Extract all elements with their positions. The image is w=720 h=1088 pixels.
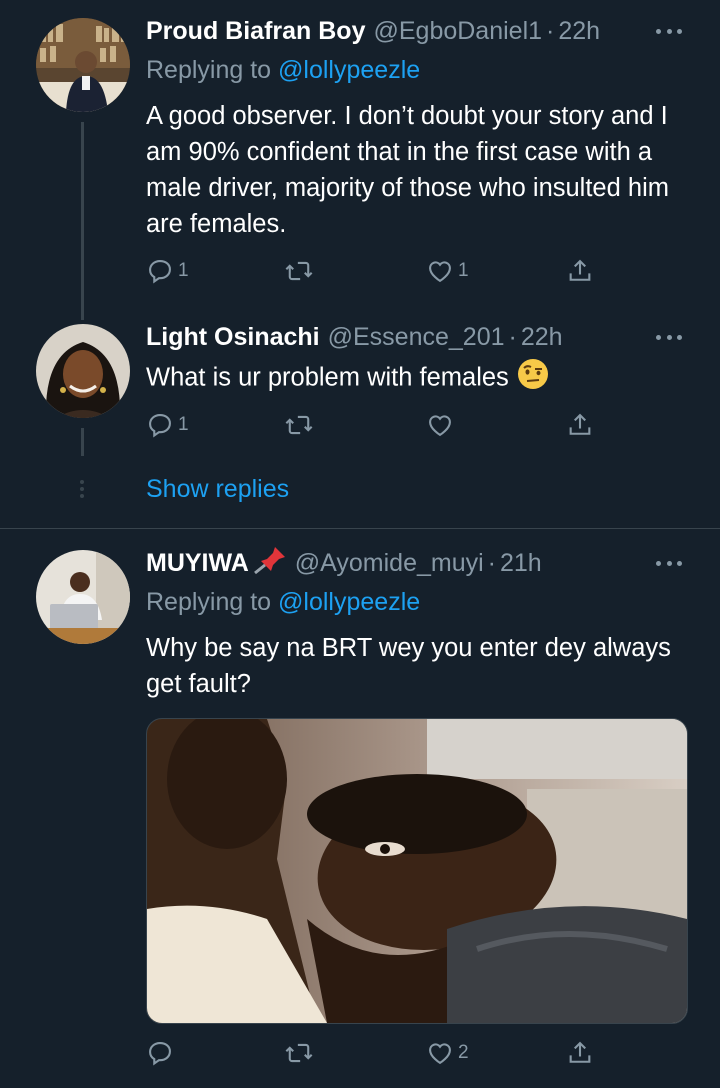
replying-to: Replying to @lollypeezle — [146, 588, 420, 617]
tweet-header: Light Osinachi @Essence_201 · 22h — [146, 320, 690, 354]
more-options-icon[interactable] — [656, 546, 682, 580]
more-replies-dots — [80, 480, 85, 501]
retweet-icon — [285, 1043, 313, 1063]
replying-prefix: Replying to — [146, 56, 272, 84]
face-with-raised-eyebrow-emoji — [517, 358, 549, 400]
reply-count: 1 — [178, 260, 189, 281]
like-button[interactable]: 2 — [426, 1038, 469, 1068]
replying-to-link[interactable]: @lollypeezle — [278, 56, 420, 84]
user-handle[interactable]: @EgboDaniel1 — [373, 17, 542, 46]
reply-icon — [149, 260, 171, 284]
display-name[interactable]: MUYIWA — [146, 549, 249, 578]
user-handle[interactable]: @Ayomide_muyi — [295, 549, 484, 578]
tweet-header: Proud Biafran Boy @EgboDaniel1 · 22h — [146, 14, 690, 48]
retweet-icon — [285, 261, 313, 281]
share-icon — [569, 413, 591, 435]
avatar-muyiwa[interactable] — [36, 550, 130, 644]
divider — [0, 528, 720, 529]
tweet-2[interactable]: Light Osinachi @Essence_201 · 22h What i… — [0, 320, 720, 530]
replying-to-link[interactable]: @lollypeezle — [278, 588, 420, 616]
retweet-button[interactable] — [284, 1038, 318, 1068]
display-name[interactable]: Light Osinachi — [146, 323, 320, 352]
show-replies-link[interactable]: Show replies — [146, 475, 289, 504]
tweet-text-row: What is ur problem with females — [146, 358, 686, 400]
tweet-1[interactable]: Proud Biafran Boy @EgboDaniel1 · 22h Rep… — [0, 0, 720, 320]
replying-prefix: Replying to — [146, 588, 272, 616]
replying-to: Replying to @lollypeezle — [146, 56, 420, 85]
like-button[interactable] — [426, 410, 458, 440]
share-icon — [569, 259, 591, 281]
tweet-actions: 2 — [146, 1038, 606, 1068]
tweet-text: A good observer. I don’t doubt your stor… — [146, 102, 669, 238]
share-button[interactable] — [566, 1038, 594, 1068]
reply-icon — [149, 1042, 171, 1066]
meme-photo — [147, 719, 687, 1023]
retweet-button[interactable] — [284, 410, 318, 440]
reply-count: 1 — [178, 414, 189, 435]
more-options-icon[interactable] — [656, 14, 682, 48]
timestamp[interactable]: 22h — [521, 323, 563, 352]
retweet-icon — [285, 415, 313, 435]
separator-dot: · — [546, 16, 555, 45]
retweet-button[interactable] — [284, 256, 318, 286]
reply-icon — [149, 414, 171, 438]
tweet-text: What is ur problem with females — [146, 363, 509, 392]
separator-dot: · — [487, 548, 496, 577]
tweet-text: Why be say na BRT wey you enter dey alwa… — [146, 634, 671, 698]
thread-line — [81, 428, 84, 456]
reply-button[interactable]: 1 — [146, 410, 189, 440]
separator-dot: · — [508, 322, 517, 351]
reply-button[interactable] — [146, 1038, 178, 1068]
thread-line — [81, 122, 84, 320]
user-handle[interactable]: @Essence_201 — [328, 323, 505, 352]
share-button[interactable] — [566, 256, 594, 286]
tweet-actions: 1 — [146, 410, 606, 440]
display-name[interactable]: Proud Biafran Boy — [146, 17, 365, 46]
like-button[interactable]: 1 — [426, 256, 469, 286]
heart-icon — [429, 1043, 451, 1065]
share-icon — [569, 1041, 591, 1063]
heart-icon — [429, 415, 451, 437]
heart-icon — [429, 261, 451, 283]
tweet-actions: 1 1 — [146, 256, 606, 286]
timestamp[interactable]: 21h — [500, 549, 542, 578]
avatar-proud-biafran-boy[interactable] — [36, 18, 130, 112]
reply-button[interactable]: 1 — [146, 256, 189, 286]
like-count: 2 — [458, 1042, 469, 1063]
share-button[interactable] — [566, 410, 594, 440]
avatar-light-osinachi[interactable] — [36, 324, 130, 418]
like-count: 1 — [458, 260, 469, 281]
tweet-header: MUYIWA @Ayomide_muyi · 21h — [146, 546, 690, 580]
tweet-media-image[interactable] — [146, 718, 688, 1024]
more-options-icon[interactable] — [656, 320, 682, 354]
timestamp[interactable]: 22h — [558, 17, 600, 46]
pushpin-emoji — [253, 545, 287, 582]
